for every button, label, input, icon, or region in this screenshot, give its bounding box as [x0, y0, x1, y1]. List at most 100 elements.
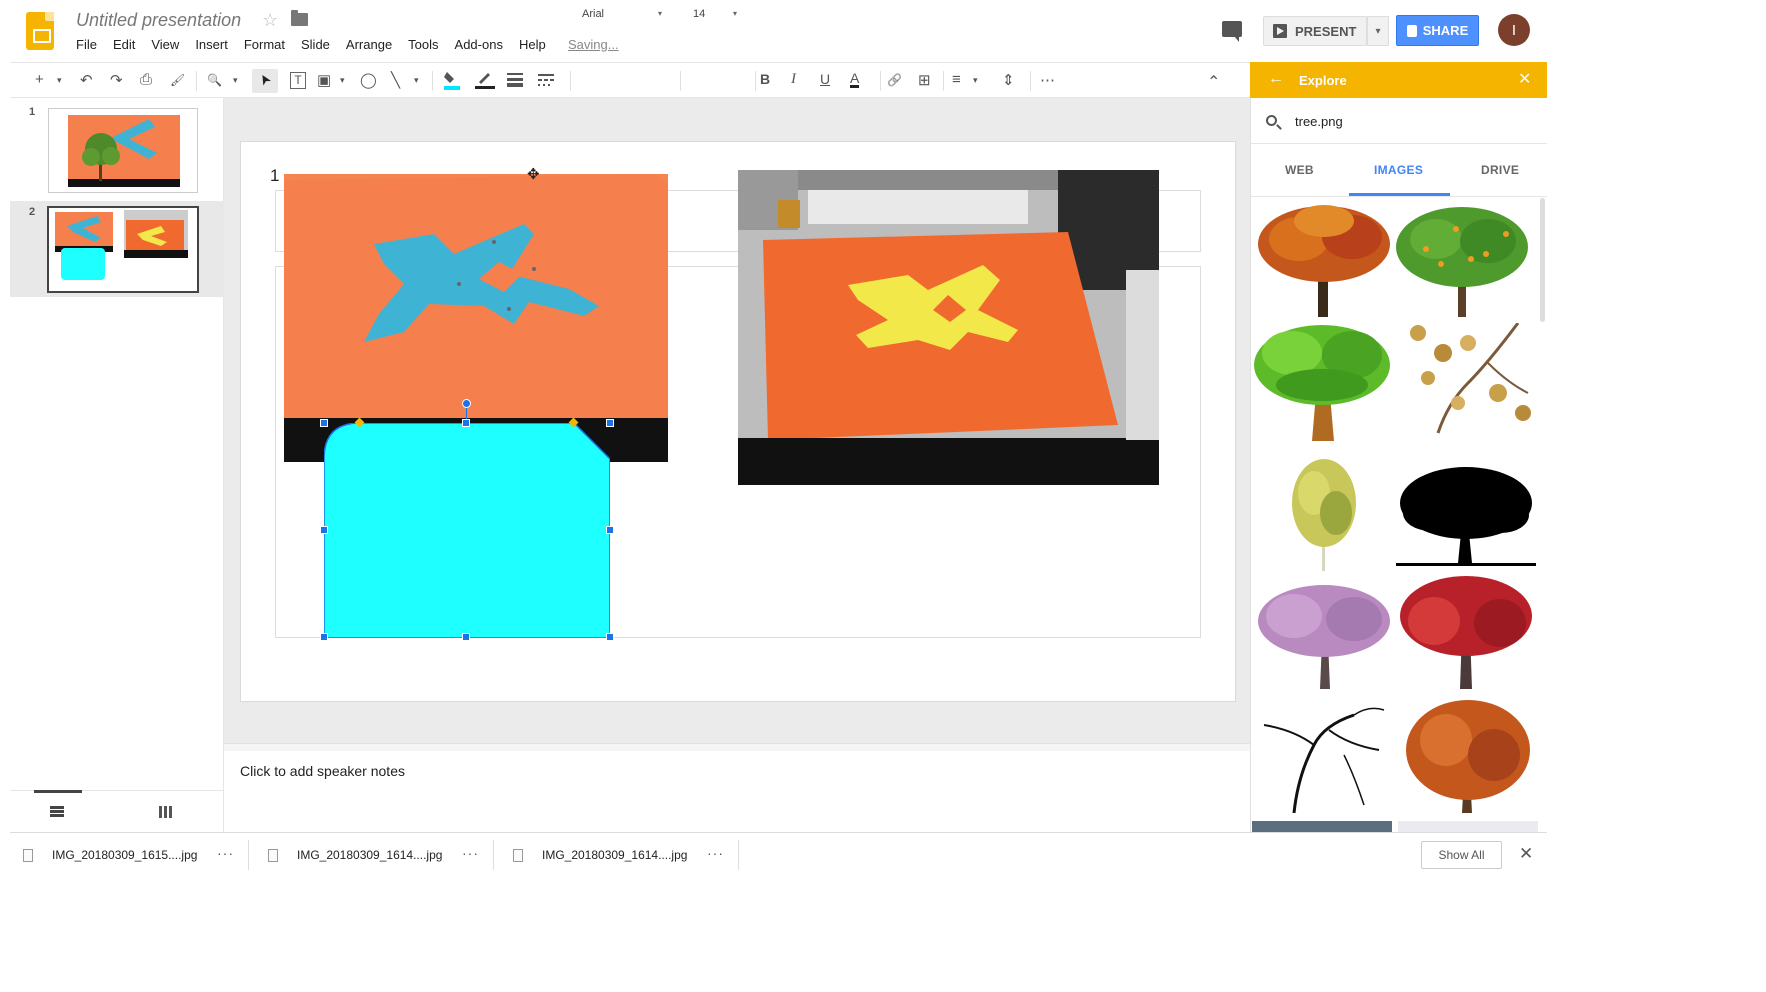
download-menu-icon[interactable]: ··· — [707, 845, 724, 861]
italic-icon[interactable]: I — [791, 71, 796, 88]
comments-icon[interactable] — [1222, 21, 1242, 42]
resize-handle[interactable] — [606, 633, 614, 641]
image-result[interactable] — [1252, 323, 1392, 441]
close-icon[interactable]: ✕ — [1518, 69, 1531, 89]
line-spacing-icon[interactable]: ⇕ — [1002, 71, 1015, 89]
resize-handle[interactable] — [606, 419, 614, 427]
rotation-handle[interactable] — [462, 399, 471, 408]
collapse-toolbar-icon[interactable]: ⌃ — [1207, 72, 1220, 92]
present-icon — [1273, 24, 1287, 38]
present-button[interactable]: PRESENT — [1263, 16, 1367, 46]
download-item[interactable]: IMG_20180309_1614....jpg — [297, 848, 442, 862]
share-button[interactable]: SHARE — [1396, 15, 1479, 46]
image-dropdown-icon[interactable]: ▾ — [340, 75, 345, 86]
fill-color-icon[interactable] — [442, 69, 462, 90]
close-icon[interactable]: ✕ — [1519, 844, 1533, 864]
menu-view[interactable]: View — [151, 37, 179, 52]
grid-view-icon[interactable] — [159, 806, 172, 818]
image-result[interactable] — [1396, 199, 1536, 317]
new-slide-icon[interactable]: + — [35, 71, 44, 88]
line-icon[interactable]: ╲ — [391, 71, 400, 89]
image-result[interactable] — [1254, 695, 1394, 814]
menu-add-ons[interactable]: Add-ons — [455, 37, 503, 52]
insert-comment-icon[interactable]: ⊞ — [918, 71, 931, 89]
menu-file[interactable]: File — [76, 37, 97, 52]
more-icon[interactable]: ⋯ — [1040, 71, 1055, 89]
image-result[interactable] — [1398, 821, 1538, 832]
folder-icon[interactable] — [291, 10, 308, 26]
star-icon[interactable]: ☆ — [262, 10, 278, 31]
menu-edit[interactable]: Edit — [113, 37, 135, 52]
slides-logo-icon[interactable] — [26, 12, 54, 50]
image-result[interactable] — [1396, 695, 1536, 813]
resize-handle[interactable] — [462, 419, 470, 427]
zoom-icon[interactable]: 🔍 — [207, 73, 222, 87]
align-icon[interactable]: ≡ — [952, 71, 961, 88]
image-result[interactable] — [1396, 571, 1536, 689]
bold-icon[interactable]: B — [760, 71, 770, 87]
text-box-icon[interactable]: T — [290, 72, 306, 89]
search-icon[interactable] — [1266, 115, 1277, 126]
slide-text[interactable]: 1 — [270, 166, 279, 186]
menu-insert[interactable]: Insert — [195, 37, 228, 52]
explore-search-input[interactable]: tree.png — [1295, 114, 1343, 129]
menu-tools[interactable]: Tools — [408, 37, 438, 52]
resize-handle[interactable] — [320, 419, 328, 427]
link-icon[interactable]: 🔗 — [887, 73, 902, 87]
font-size-select[interactable]: 14 — [693, 8, 705, 20]
shape-icon[interactable]: ◯ — [360, 71, 377, 89]
menu-help[interactable]: Help — [519, 37, 546, 52]
download-item[interactable]: IMG_20180309_1615....jpg — [52, 848, 197, 862]
avatar[interactable]: I — [1498, 14, 1530, 46]
resize-handle[interactable] — [606, 526, 614, 534]
speaker-notes-placeholder[interactable]: Click to add speaker notes — [240, 763, 405, 779]
new-slide-dropdown-icon[interactable]: ▾ — [57, 75, 62, 86]
border-dash-icon[interactable] — [538, 73, 556, 91]
image-result[interactable] — [1254, 571, 1394, 689]
image-result[interactable] — [1254, 453, 1394, 571]
notes-resize-divider[interactable] — [224, 743, 1250, 751]
slide-thumbnail-1[interactable] — [48, 108, 198, 193]
tab-images[interactable]: IMAGES — [1374, 163, 1423, 177]
resize-handle[interactable] — [320, 526, 328, 534]
print-icon[interactable]: ⎙ — [140, 71, 152, 88]
show-all-button[interactable]: Show All — [1421, 841, 1502, 869]
image-result[interactable] — [1398, 322, 1538, 441]
document-title[interactable]: Untitled presentation — [76, 10, 241, 31]
image-result[interactable] — [1254, 199, 1394, 317]
border-color-icon[interactable] — [474, 69, 495, 89]
zoom-dropdown-icon[interactable]: ▾ — [233, 75, 238, 86]
resize-handle[interactable] — [462, 633, 470, 641]
menu-format[interactable]: Format — [244, 37, 285, 52]
download-menu-icon[interactable]: ··· — [217, 845, 234, 861]
image-icon[interactable]: ▣ — [317, 71, 331, 89]
explore-scrollbar[interactable] — [1540, 198, 1545, 322]
download-item[interactable]: IMG_20180309_1614....jpg — [542, 848, 687, 862]
tab-web[interactable]: WEB — [1285, 163, 1314, 177]
font-size-dropdown-icon[interactable]: ▾ — [733, 9, 737, 18]
text-color-icon[interactable]: A — [850, 71, 860, 88]
line-dropdown-icon[interactable]: ▾ — [414, 75, 419, 86]
download-menu-icon[interactable]: ··· — [462, 845, 479, 861]
border-weight-icon[interactable] — [507, 73, 525, 91]
snipped-corner-rectangle-shape[interactable] — [323, 422, 611, 639]
desk-photo[interactable] — [738, 170, 1159, 485]
image-result[interactable] — [1252, 821, 1392, 832]
font-select[interactable]: Arial — [582, 8, 604, 20]
tab-drive[interactable]: DRIVE — [1481, 163, 1519, 177]
underline-icon[interactable]: U — [820, 71, 830, 87]
paint-format-icon[interactable]: 🖌 — [170, 73, 185, 87]
image-result[interactable] — [1396, 453, 1536, 571]
redo-icon[interactable]: ↷ — [110, 71, 123, 89]
filmstrip-view-icon[interactable] — [50, 806, 64, 817]
slide-thumbnail-2[interactable] — [47, 206, 199, 293]
undo-icon[interactable]: ↶ — [80, 71, 93, 89]
download-divider — [493, 840, 494, 870]
resize-handle[interactable] — [320, 633, 328, 641]
back-arrow-icon[interactable]: ← — [1268, 70, 1284, 88]
font-dropdown-icon[interactable]: ▾ — [658, 9, 662, 18]
present-dropdown-button[interactable]: ▾ — [1367, 16, 1389, 46]
align-dropdown-icon[interactable]: ▾ — [973, 75, 978, 86]
menu-arrange[interactable]: Arrange — [346, 37, 392, 52]
menu-slide[interactable]: Slide — [301, 37, 330, 52]
